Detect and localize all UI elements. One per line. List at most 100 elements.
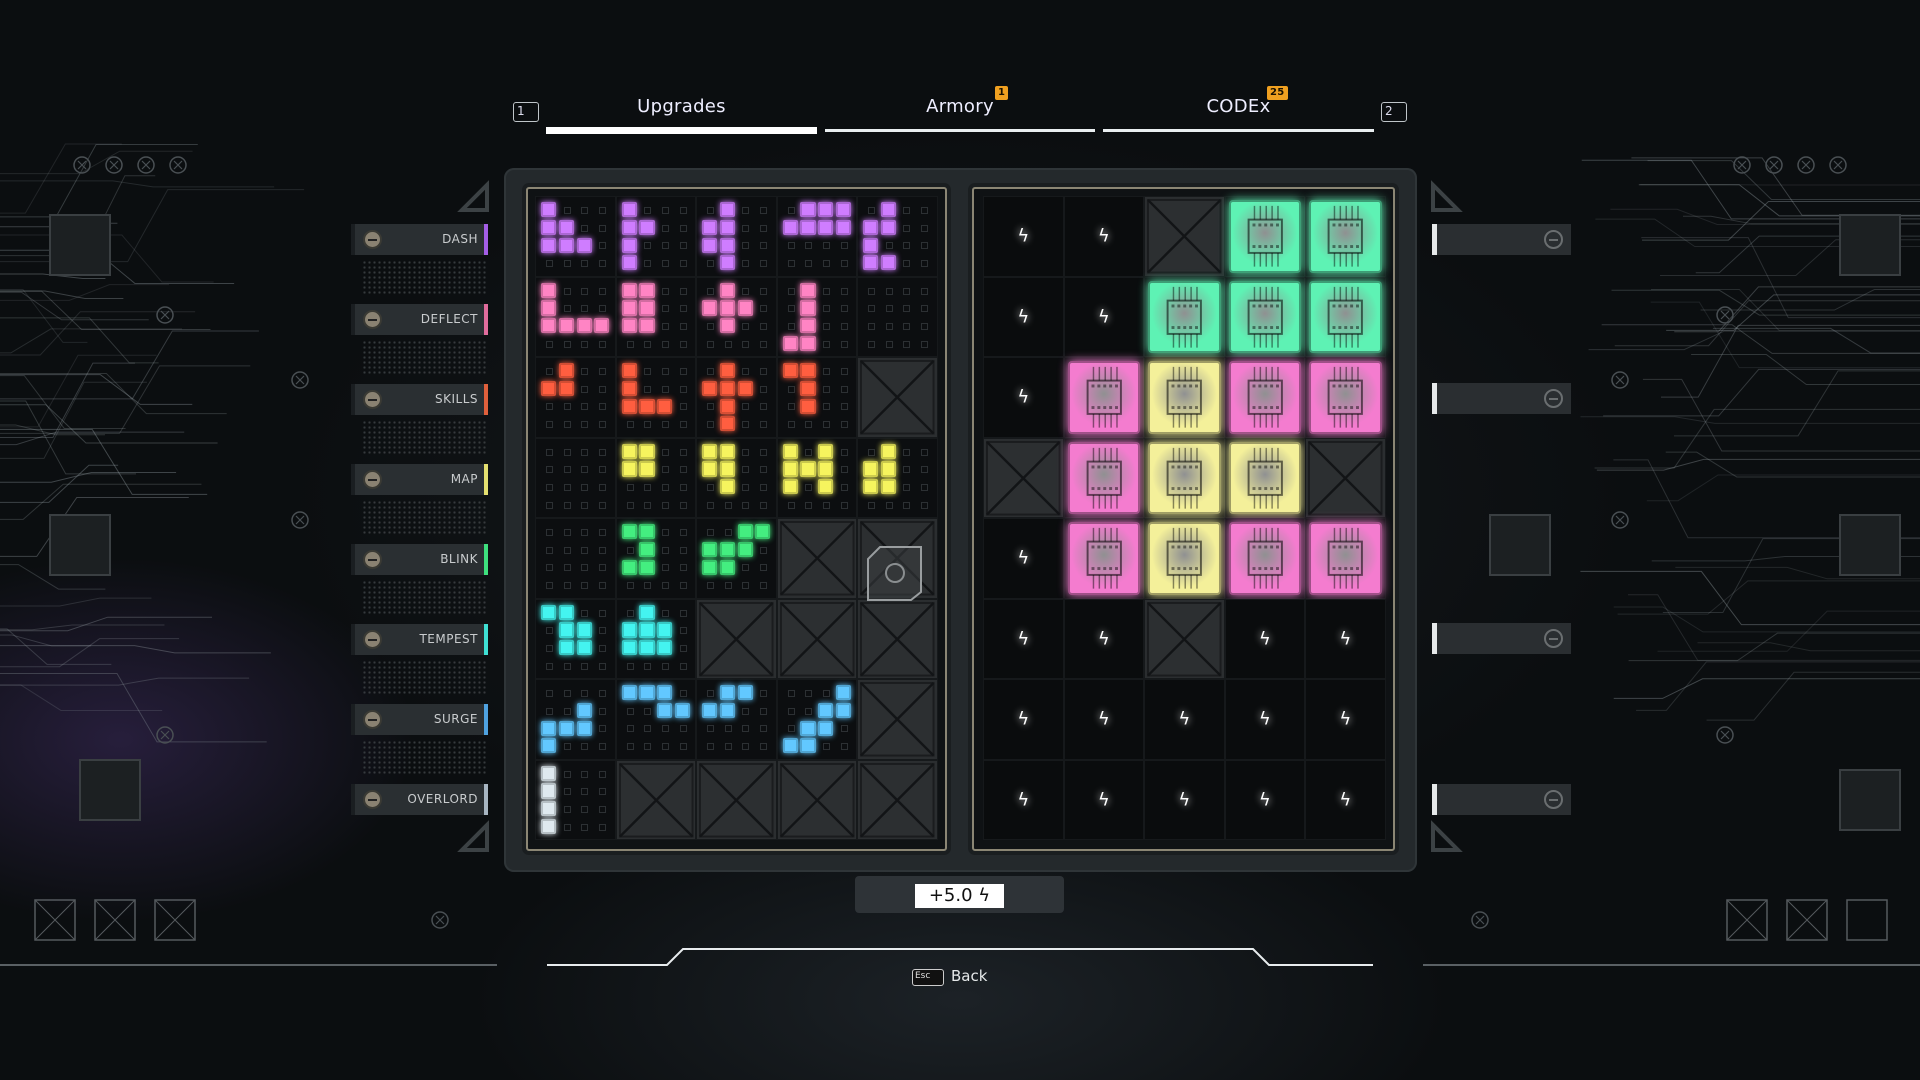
minus-icon[interactable] bbox=[363, 710, 382, 729]
board-cell[interactable]: ϟ bbox=[983, 759, 1064, 840]
board-cell[interactable] bbox=[1063, 437, 1144, 518]
installed-chip-pink[interactable] bbox=[1067, 522, 1140, 595]
inventory-cell[interactable] bbox=[776, 357, 857, 438]
board-cell[interactable] bbox=[1224, 196, 1305, 277]
inventory-cell[interactable] bbox=[535, 598, 616, 679]
board-cell[interactable]: ϟ bbox=[1305, 679, 1386, 760]
board-cell[interactable]: ϟ bbox=[1305, 598, 1386, 679]
board-cell[interactable] bbox=[1063, 357, 1144, 438]
minus-icon[interactable] bbox=[363, 630, 382, 649]
installed-chip-pink[interactable] bbox=[1309, 361, 1382, 434]
board-cell[interactable] bbox=[1144, 357, 1225, 438]
minus-icon[interactable] bbox=[1544, 790, 1563, 809]
installed-chip-pink[interactable] bbox=[1067, 441, 1140, 514]
inventory-cell[interactable] bbox=[535, 357, 616, 438]
inventory-cell[interactable] bbox=[696, 437, 777, 518]
installed-chip-green[interactable] bbox=[1148, 280, 1221, 353]
minus-icon[interactable] bbox=[1544, 629, 1563, 648]
board-cell[interactable]: ϟ bbox=[1224, 679, 1305, 760]
board-cell[interactable] bbox=[1305, 276, 1386, 357]
inventory-cell[interactable] bbox=[857, 196, 938, 277]
installed-chip-green[interactable] bbox=[1309, 280, 1382, 353]
inventory-cell[interactable] bbox=[696, 679, 777, 760]
category-dash[interactable]: DASH bbox=[351, 224, 488, 255]
category-tempest[interactable]: TEMPEST bbox=[351, 624, 488, 655]
installed-chip-yellow[interactable] bbox=[1148, 522, 1221, 595]
inventory-cell[interactable] bbox=[776, 437, 857, 518]
inventory-cell[interactable] bbox=[535, 759, 616, 840]
board-cell[interactable]: ϟ bbox=[1224, 598, 1305, 679]
board-cell[interactable]: ϟ bbox=[1144, 679, 1225, 760]
board-cell[interactable]: ϟ bbox=[1063, 598, 1144, 679]
installed-chip-pink[interactable] bbox=[1067, 361, 1140, 434]
inventory-cell[interactable] bbox=[615, 598, 696, 679]
installed-chip-green[interactable] bbox=[1228, 200, 1301, 273]
minus-icon[interactable] bbox=[1544, 230, 1563, 249]
inventory-cell[interactable] bbox=[776, 679, 857, 760]
installed-chip-yellow[interactable] bbox=[1148, 441, 1221, 514]
installed-chip-yellow[interactable] bbox=[1148, 361, 1221, 434]
board-cell[interactable]: ϟ bbox=[983, 357, 1064, 438]
board-cell[interactable] bbox=[1305, 196, 1386, 277]
installed-chip-pink[interactable] bbox=[1309, 522, 1382, 595]
inventory-cell[interactable] bbox=[776, 276, 857, 357]
board-cell[interactable]: ϟ bbox=[1305, 759, 1386, 840]
category-surge[interactable]: SURGE bbox=[351, 704, 488, 735]
board-cell[interactable] bbox=[1224, 518, 1305, 599]
inventory-cell[interactable] bbox=[857, 437, 938, 518]
board-cell[interactable]: ϟ bbox=[1063, 196, 1144, 277]
inventory-cell[interactable] bbox=[776, 196, 857, 277]
board-cell[interactable]: ϟ bbox=[983, 196, 1064, 277]
board-cell[interactable]: ϟ bbox=[1063, 679, 1144, 760]
inventory-cell[interactable] bbox=[615, 357, 696, 438]
minus-icon[interactable] bbox=[363, 470, 382, 489]
board-cell[interactable] bbox=[1305, 357, 1386, 438]
board-cell[interactable]: ϟ bbox=[1144, 759, 1225, 840]
inventory-cell[interactable] bbox=[535, 196, 616, 277]
minus-icon[interactable] bbox=[363, 790, 382, 809]
board-cell[interactable]: ϟ bbox=[1063, 759, 1144, 840]
empty-slot[interactable] bbox=[1432, 383, 1571, 414]
installed-chip-yellow[interactable] bbox=[1228, 441, 1301, 514]
minus-icon[interactable] bbox=[363, 390, 382, 409]
board-cell[interactable]: ϟ bbox=[983, 276, 1064, 357]
inventory-cell[interactable] bbox=[696, 518, 777, 599]
installed-chip-pink[interactable] bbox=[1228, 361, 1301, 434]
inventory-cell[interactable] bbox=[696, 276, 777, 357]
installed-chip-pink[interactable] bbox=[1228, 522, 1301, 595]
minus-icon[interactable] bbox=[363, 550, 382, 569]
inventory-cell[interactable] bbox=[615, 679, 696, 760]
inventory-cell[interactable] bbox=[615, 518, 696, 599]
board-cell[interactable]: ϟ bbox=[983, 518, 1064, 599]
inventory-cell[interactable] bbox=[615, 437, 696, 518]
minus-icon[interactable] bbox=[363, 230, 382, 249]
tab-upgrades[interactable]: Upgrades bbox=[546, 96, 817, 134]
board-cell[interactable] bbox=[1305, 518, 1386, 599]
board-cell[interactable] bbox=[1144, 276, 1225, 357]
next-tab-key-hint[interactable]: 2 bbox=[1381, 102, 1407, 122]
inventory-cell[interactable] bbox=[696, 357, 777, 438]
empty-slot[interactable] bbox=[1432, 224, 1571, 255]
prev-tab-key-hint[interactable]: 1 bbox=[513, 102, 539, 122]
board-cell[interactable]: ϟ bbox=[983, 598, 1064, 679]
board-cell[interactable] bbox=[1063, 518, 1144, 599]
back-button[interactable]: Back bbox=[951, 967, 987, 985]
board-cell[interactable] bbox=[1224, 437, 1305, 518]
category-map[interactable]: MAP bbox=[351, 464, 488, 495]
empty-slot[interactable] bbox=[1432, 784, 1571, 815]
category-blink[interactable]: BLINK bbox=[351, 544, 488, 575]
board-cell[interactable] bbox=[1224, 357, 1305, 438]
board-cell[interactable]: ϟ bbox=[1063, 276, 1144, 357]
minus-icon[interactable] bbox=[1544, 389, 1563, 408]
empty-slot[interactable] bbox=[1432, 623, 1571, 654]
board-cell[interactable] bbox=[1144, 518, 1225, 599]
category-deflect[interactable]: DEFLECT bbox=[351, 304, 488, 335]
installed-chip-green[interactable] bbox=[1228, 280, 1301, 353]
board-cell[interactable] bbox=[1224, 276, 1305, 357]
inventory-cell[interactable] bbox=[615, 276, 696, 357]
esc-key-hint[interactable]: Esc bbox=[912, 969, 944, 986]
minus-icon[interactable] bbox=[363, 310, 382, 329]
inventory-cell[interactable] bbox=[535, 679, 616, 760]
category-skills[interactable]: SKILLS bbox=[351, 384, 488, 415]
board-cell[interactable]: ϟ bbox=[983, 679, 1064, 760]
